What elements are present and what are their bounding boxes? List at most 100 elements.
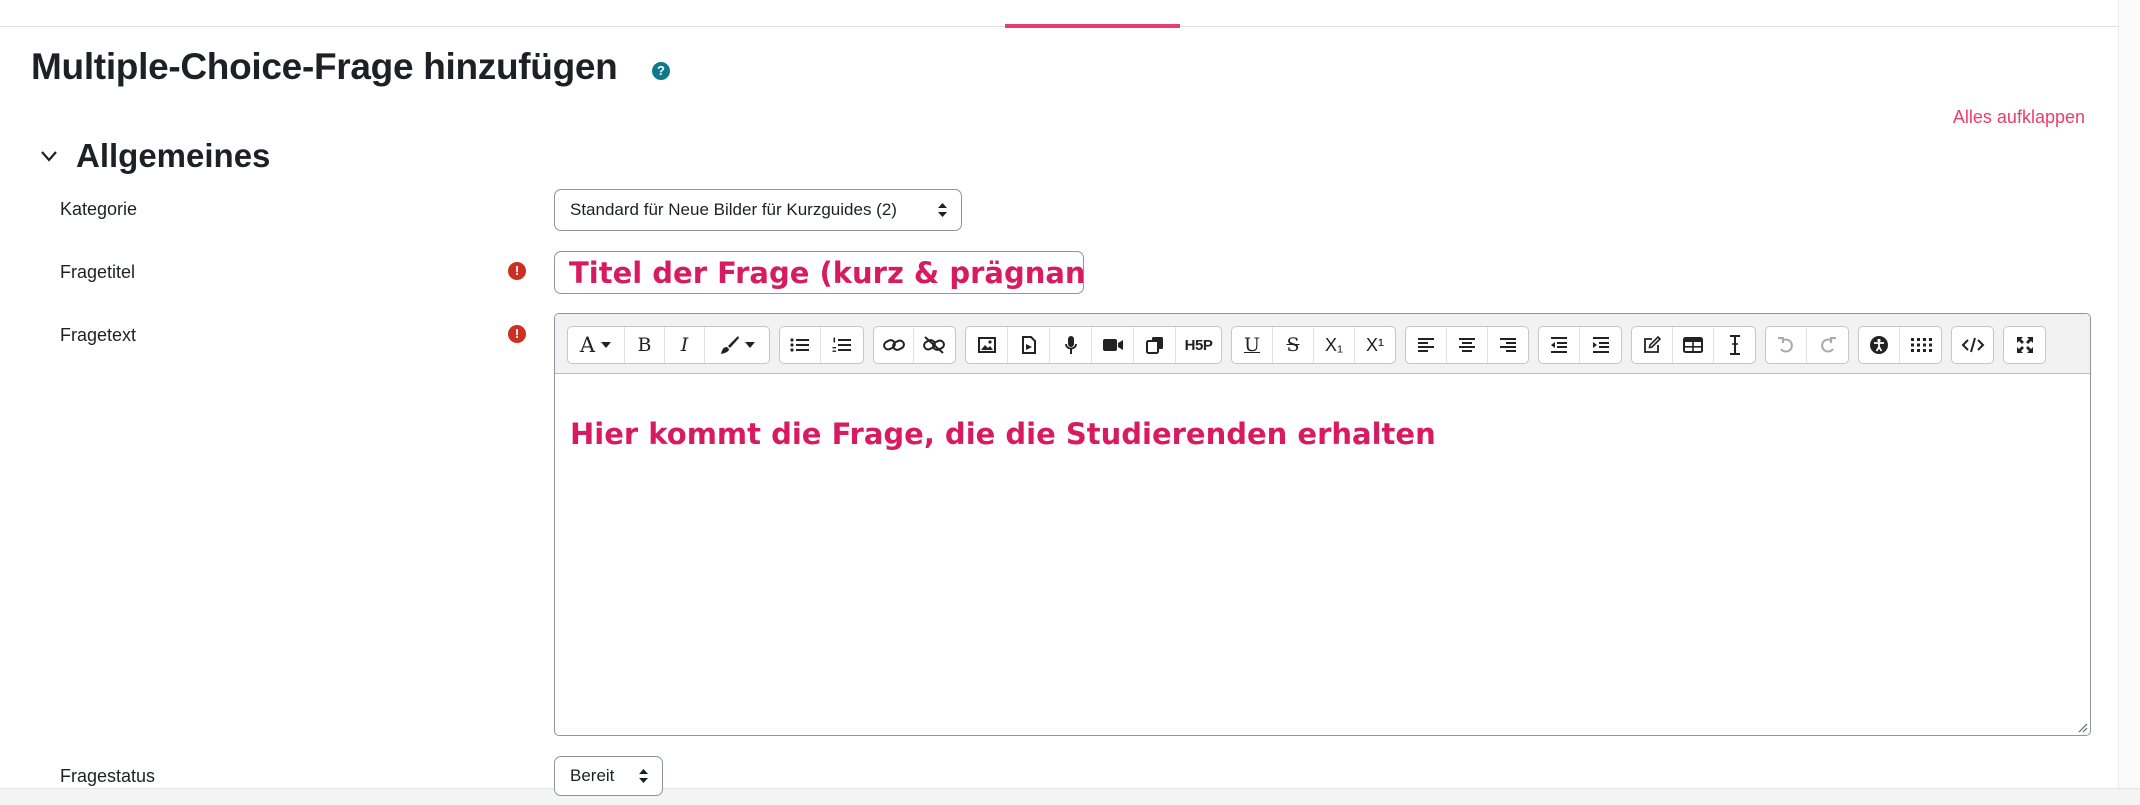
unlink-button[interactable]: [914, 327, 954, 363]
h5p-icon: H5P: [1184, 336, 1213, 354]
image-button[interactable]: [966, 327, 1008, 363]
outdent-icon: [1551, 337, 1567, 353]
text-color-button[interactable]: [705, 327, 769, 363]
table-icon: [1683, 337, 1703, 353]
subscript-button[interactable]: X₁: [1314, 327, 1355, 363]
active-tab-indicator: [1005, 24, 1180, 28]
undo-icon: [1778, 337, 1793, 353]
chevron-down-icon: [41, 151, 57, 162]
status-select[interactable]: Bereit: [554, 756, 663, 796]
toolbar-group-fullscreen: [2003, 326, 2046, 364]
question-text-editor: A B I H5P U S X₁ X¹ Hier kommt die Frage…: [554, 313, 2091, 736]
grid-icon: [1910, 338, 1932, 352]
toolbar-group-format: U S X₁ X¹: [1231, 326, 1396, 364]
italic-icon: I: [680, 334, 689, 356]
image-icon: [977, 337, 996, 353]
underline-icon: U: [1243, 334, 1260, 356]
strikethrough-button[interactable]: S: [1273, 327, 1314, 363]
toolbar-group-accessibility: [1858, 326, 1942, 364]
expand-all-link[interactable]: Alles aufklappen: [1953, 107, 2085, 128]
page-scrollbar[interactable]: [2118, 0, 2140, 790]
category-select[interactable]: Standard für Neue Bilder für Kurzguides …: [554, 189, 962, 231]
link-icon: [882, 339, 905, 351]
microphone-icon: [1064, 336, 1077, 354]
subscript-icon: X₁: [1324, 334, 1344, 355]
toolbar-group-history: [1765, 326, 1849, 364]
page-title: Multiple-Choice-Frage hinzufügen: [31, 46, 618, 87]
select-arrows-icon: [938, 203, 947, 217]
category-select-value: Standard für Neue Bilder für Kurzguides …: [570, 200, 897, 219]
accessibility-icon: [1870, 336, 1888, 354]
equation-button[interactable]: [1632, 327, 1673, 363]
video-camera-icon: [1102, 339, 1123, 351]
superscript-icon: X¹: [1366, 334, 1384, 355]
section-general-toggle[interactable]: Allgemeines: [38, 136, 270, 176]
question-text-content: Hier kommt die Frage, die die Studierend…: [570, 417, 1436, 451]
bold-icon: B: [637, 334, 652, 356]
edit-icon: [1644, 336, 1661, 353]
required-icon: !: [508, 325, 526, 343]
outdent-button[interactable]: [1539, 327, 1580, 363]
question-title-label: Fragetitel: [60, 262, 136, 282]
clear-formatting-button[interactable]: [1714, 327, 1755, 363]
resize-grip-icon[interactable]: [2076, 721, 2088, 733]
toolbar-group-insert: [1631, 326, 1756, 364]
align-left-button[interactable]: [1406, 327, 1447, 363]
accessibility-checker-button[interactable]: [1859, 327, 1900, 363]
help-icon[interactable]: ?: [652, 62, 670, 80]
align-center-button[interactable]: [1447, 327, 1488, 363]
status-select-value: Bereit: [570, 766, 615, 785]
underline-button[interactable]: U: [1232, 327, 1273, 363]
redo-button[interactable]: [1807, 327, 1848, 363]
required-icon: !: [508, 262, 526, 280]
select-arrows-icon: [639, 769, 648, 783]
section-title: Allgemeines: [76, 137, 271, 174]
h5p-button[interactable]: H5P: [1176, 327, 1221, 363]
align-center-icon: [1459, 338, 1475, 352]
numbered-list-button[interactable]: [821, 327, 862, 363]
indent-button[interactable]: [1580, 327, 1621, 363]
media-file-button[interactable]: [1008, 327, 1050, 363]
html-source-button[interactable]: [1952, 327, 1993, 363]
dropdown-caret-icon: [745, 342, 755, 348]
status-label: Fragestatus: [60, 766, 156, 786]
toolbar-group-indent: [1538, 326, 1622, 364]
font-size-button[interactable]: A: [568, 327, 625, 363]
record-audio-button[interactable]: [1050, 327, 1092, 363]
toolbar-group-style: A B I: [567, 326, 770, 364]
horizontal-scrollbar[interactable]: [0, 788, 2140, 805]
fullscreen-button[interactable]: [2004, 327, 2045, 363]
link-button[interactable]: [874, 327, 914, 363]
bold-button[interactable]: B: [625, 327, 665, 363]
undo-button[interactable]: [1766, 327, 1807, 363]
bullet-list-button[interactable]: [780, 327, 821, 363]
special-characters-button[interactable]: [1900, 327, 1941, 363]
font-size-icon: A: [579, 333, 596, 357]
text-cursor-icon: [1729, 335, 1740, 355]
question-title-input[interactable]: Titel der Frage (kurz & prägnant): [554, 251, 1084, 294]
manage-files-button[interactable]: [1134, 327, 1176, 363]
redo-icon: [1820, 337, 1836, 353]
italic-button[interactable]: I: [665, 327, 705, 363]
indent-icon: [1592, 337, 1609, 353]
record-video-button[interactable]: [1092, 327, 1134, 363]
bullet-list-icon: [790, 338, 809, 352]
editor-toolbar: A B I H5P U S X₁ X¹: [555, 314, 2090, 374]
numbered-list-icon: [832, 337, 851, 352]
question-text-label: Fragetext: [60, 325, 137, 345]
toolbar-group-lists: [779, 326, 864, 364]
expand-icon: [2016, 337, 2033, 353]
table-button[interactable]: [1673, 327, 1714, 363]
align-right-button[interactable]: [1488, 327, 1528, 363]
dropdown-caret-icon: [601, 342, 612, 348]
code-icon: [1961, 337, 1984, 353]
toolbar-group-align: [1405, 326, 1529, 364]
strikethrough-icon: S: [1286, 334, 1300, 356]
editor-content-area[interactable]: Hier kommt die Frage, die die Studierend…: [555, 374, 2090, 735]
align-right-icon: [1500, 338, 1516, 352]
copy-icon: [1145, 337, 1163, 354]
toolbar-group-html: [1951, 326, 1994, 364]
category-label: Kategorie: [60, 199, 138, 219]
align-left-icon: [1418, 338, 1434, 352]
superscript-button[interactable]: X¹: [1355, 327, 1395, 363]
